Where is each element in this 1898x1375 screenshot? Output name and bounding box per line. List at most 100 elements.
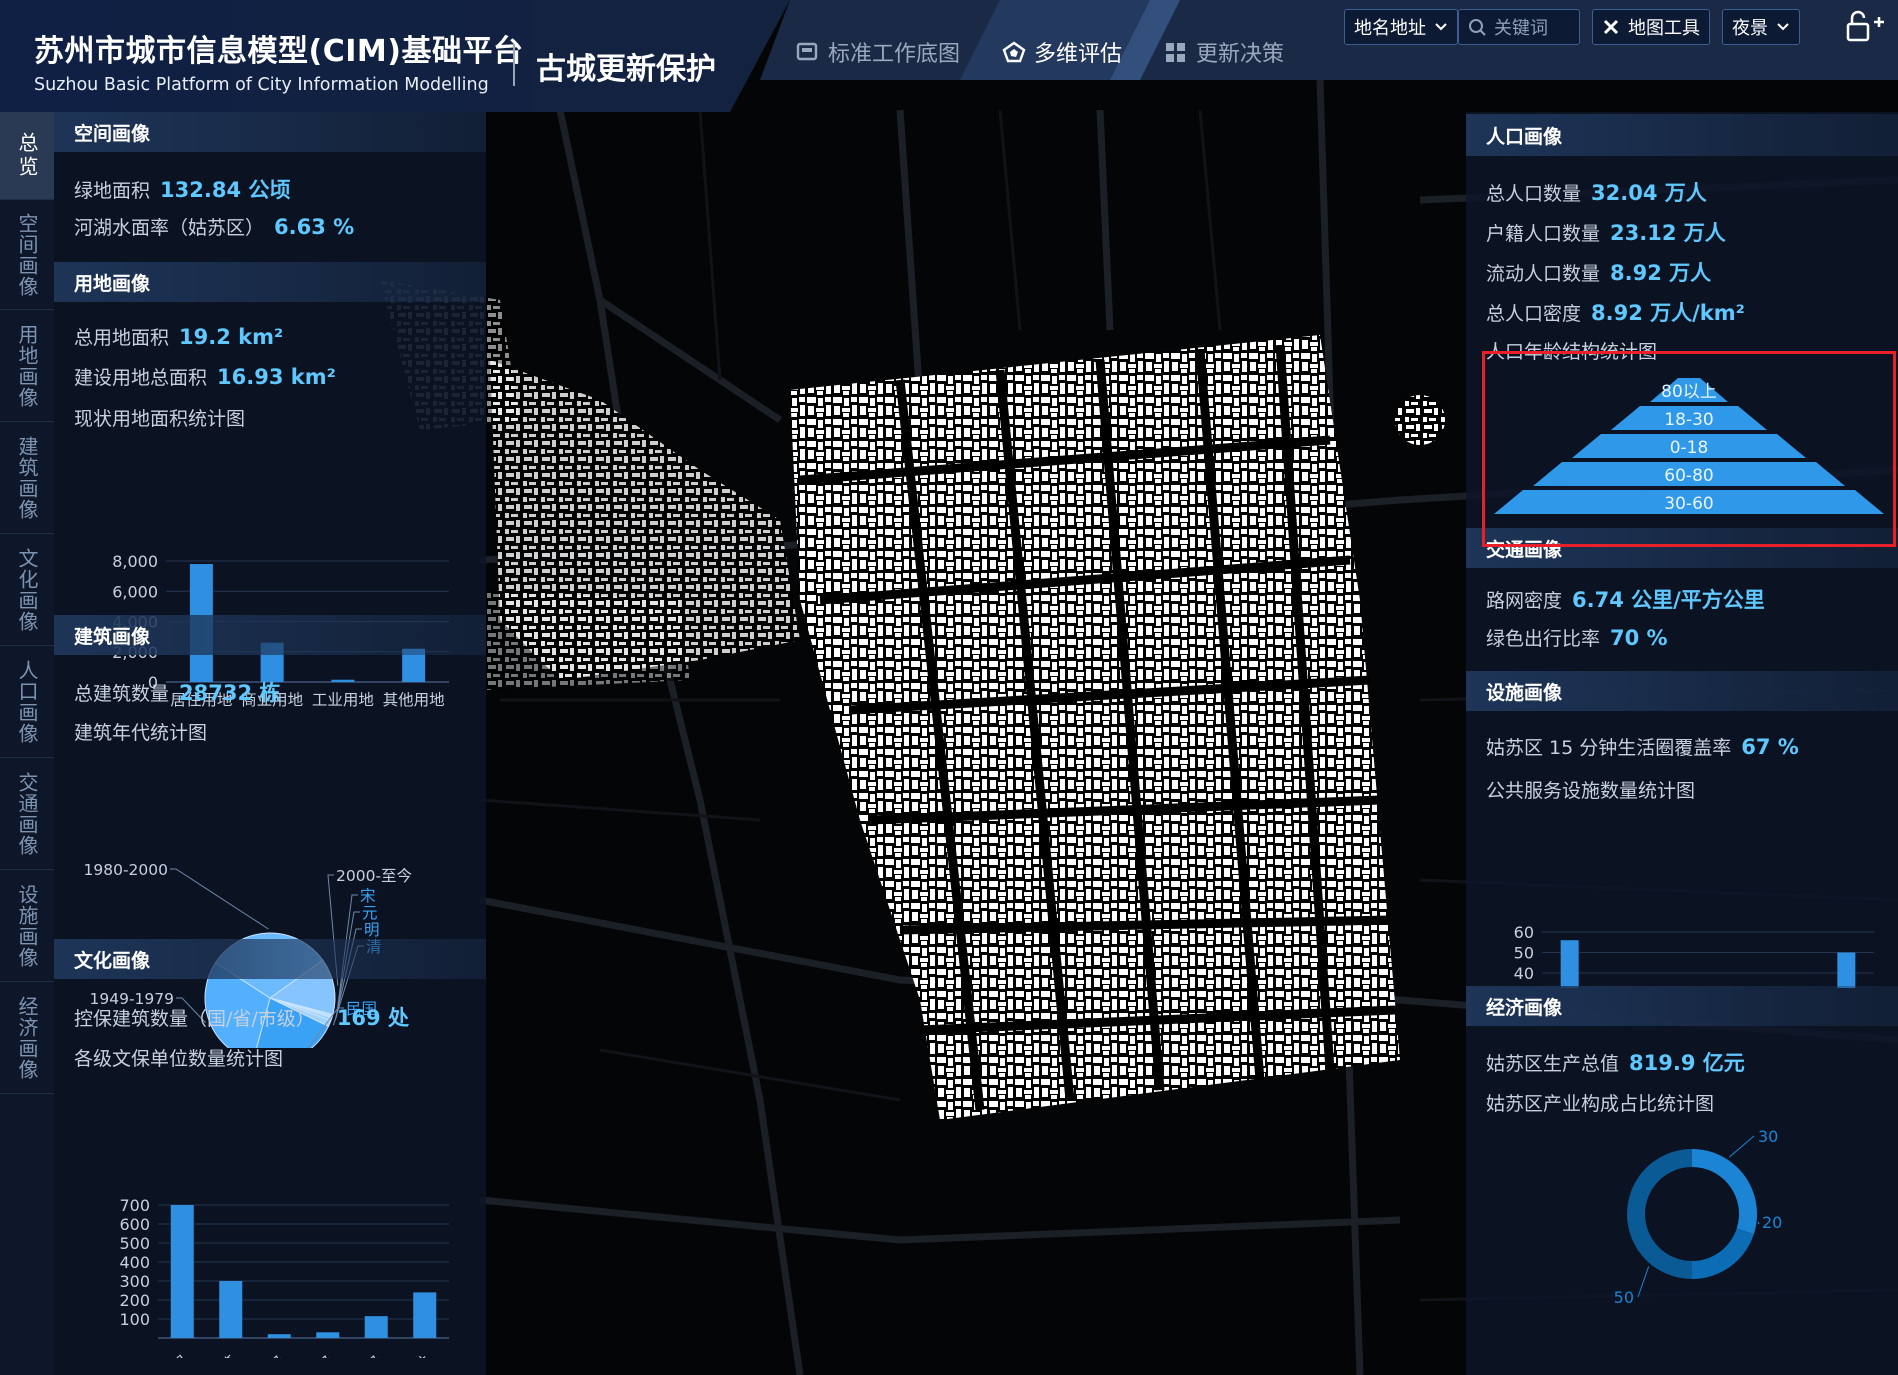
section-heading-culture: 文化画像 xyxy=(54,939,486,979)
left-panel: 空间画像 绿地面积 132.84 公顷 河湖水面率（姑苏区） 6.63 % 用地画像… xyxy=(54,112,486,1375)
y-tick-label: 400 xyxy=(119,1253,150,1272)
stat-label: 总人口数量 xyxy=(1486,183,1582,205)
stat-value: 8.92 万人 xyxy=(1610,261,1712,285)
donut-slice xyxy=(1692,1228,1754,1279)
bar xyxy=(267,1334,291,1338)
stat-label: 姑苏区生产总值 xyxy=(1486,1053,1620,1075)
stat-label: 户籍人口数量 xyxy=(1486,223,1601,245)
tab-multi-eval[interactable]: 多维评估 xyxy=(1002,26,1122,78)
stat-value: 70 % xyxy=(1610,626,1668,650)
place-type-select[interactable]: 地名地址 xyxy=(1344,9,1458,45)
scene-label: 夜景 xyxy=(1732,18,1768,39)
map-tools-button[interactable]: 地图工具 xyxy=(1592,9,1710,45)
sidenav-item-facility[interactable]: 设施画像 xyxy=(0,870,54,982)
keyword-search-input[interactable]: 关键词 xyxy=(1458,9,1580,45)
y-tick-label: 200 xyxy=(119,1291,150,1310)
stat-total-land: 总用地面积 19.2 km² xyxy=(74,323,283,350)
stat-value: 16.93 km² xyxy=(217,365,336,389)
stat-value: 819.9 亿元 xyxy=(1629,1051,1745,1075)
lock-icon[interactable] xyxy=(1844,10,1888,44)
section-heading-traffic: 交通画像 xyxy=(1466,528,1898,568)
sidenav-label: 设施画像 xyxy=(15,883,39,968)
module-title: 古城更新保护 xyxy=(536,52,716,87)
sidenav-label: 人口画像 xyxy=(15,659,39,744)
stat-value: 132.84 公顷 xyxy=(160,178,291,202)
pie-label: 宋 xyxy=(360,887,376,905)
stat-label: 流动人口数量 xyxy=(1486,263,1601,285)
sidenav-item-space[interactable]: 空间画像 xyxy=(0,200,54,310)
title-divider xyxy=(513,44,515,86)
tools-icon xyxy=(1603,19,1619,35)
search-icon xyxy=(1469,19,1486,36)
top-header: 苏州市城市信息模型(CIM)基础平台 Suzhou Basic Platform… xyxy=(0,0,1898,112)
y-tick-label: 300 xyxy=(119,1272,150,1291)
section-heading-population: 人口画像 xyxy=(1466,114,1898,156)
donut-label: 50 xyxy=(1614,1288,1634,1307)
sidenav-item-economy[interactable]: 经济画像 xyxy=(0,982,54,1094)
pyramid-label: 60-80 xyxy=(1664,466,1713,486)
stat-built-land: 建设用地总面积 16.93 km² xyxy=(74,363,336,390)
stat-label: 路网密度 xyxy=(1486,590,1563,612)
sidenav-label: 空间画像 xyxy=(15,212,39,297)
x-tick-label: 国家级 xyxy=(242,1352,289,1358)
pyramid-label: 18-30 xyxy=(1664,410,1713,430)
chevron-down-icon xyxy=(1435,23,1447,31)
pyramid-label: 30-60 xyxy=(1664,494,1713,514)
stat-value: 6.74 公里/平方公里 xyxy=(1572,588,1765,612)
platform-title-en: Suzhou Basic Platform of City Informatio… xyxy=(34,75,489,95)
chart-title-building: 建筑年代统计图 xyxy=(74,722,208,744)
sidenav-item-population[interactable]: 人口画像 xyxy=(0,646,54,758)
sidenav-item-building[interactable]: 建筑画像 xyxy=(0,422,54,534)
stat-label: 控保建筑数量（国/省/市级） xyxy=(74,1008,315,1030)
stat-label: 总建筑数量 xyxy=(74,683,170,705)
radar-icon xyxy=(1002,41,1026,63)
bar xyxy=(219,1281,243,1338)
stat-label: 总人口密度 xyxy=(1486,303,1582,325)
stat-green-travel: 绿色出行比率 70 % xyxy=(1486,624,1668,651)
map-tools-label: 地图工具 xyxy=(1628,18,1700,39)
donut-leader-line xyxy=(1637,1266,1650,1298)
tab-base-map[interactable]: 标准工作底图 xyxy=(796,26,960,78)
stat-life-circle-coverage: 姑苏区 15 分钟生活圈覆盖率 67 % xyxy=(1486,733,1799,760)
donut-label: 30 xyxy=(1758,1127,1778,1146)
age-pyramid-chart: 80以上 18-30 0-18 60-80 30-60 xyxy=(1494,378,1884,514)
bar xyxy=(364,1316,388,1338)
chart-title-population: 人口年龄结构统计图 xyxy=(1486,341,1658,363)
search-placeholder: 关键词 xyxy=(1494,18,1548,39)
pie-label: 明 xyxy=(364,921,380,939)
pie-label: 2000-至今 xyxy=(336,867,412,885)
sidenav-item-culture[interactable]: 文化画像 xyxy=(0,534,54,646)
stat-floating-population: 流动人口数量 8.92 万人 xyxy=(1486,257,1711,287)
sidenav-item-land[interactable]: 用地画像 xyxy=(0,310,54,422)
tab-label: 多维评估 xyxy=(1034,42,1123,67)
scene-select[interactable]: 夜景 xyxy=(1722,9,1800,45)
bar xyxy=(1837,952,1856,988)
platform-title: 苏州市城市信息模型(CIM)基础平台 Suzhou Basic Platform… xyxy=(34,26,523,95)
pie-label: 元 xyxy=(362,904,378,922)
stat-label: 绿色出行比率 xyxy=(1486,628,1601,650)
section-heading-economy: 经济画像 xyxy=(1466,986,1898,1026)
stat-value: 19.2 km² xyxy=(179,325,284,349)
sidenav-item-overview[interactable]: 总览 xyxy=(0,112,54,200)
y-tick-label: 6,000 xyxy=(112,582,158,601)
heritage-bar-chart: 700600500400300200100 传统民居历史建筑国家级 省级 市级控制性 xyxy=(119,1196,449,1358)
sidenav-label: 建筑画像 xyxy=(15,435,39,520)
map-layer-icon xyxy=(796,42,818,61)
pyramid-label: 80以上 xyxy=(1661,382,1717,402)
industry-donut-chart: 30 20 50 xyxy=(1614,1127,1783,1307)
sidenav-label: 总览 xyxy=(15,131,39,180)
stat-value: 23.12 万人 xyxy=(1610,221,1726,245)
y-tick-label: 40 xyxy=(1514,964,1534,983)
sidenav-label: 用地画像 xyxy=(15,323,39,408)
tab-label: 更新决策 xyxy=(1196,42,1285,67)
stat-value: 8.92 万人/km² xyxy=(1591,301,1745,325)
y-tick-label: 60 xyxy=(1514,923,1534,942)
donut-slice xyxy=(1627,1149,1692,1279)
tab-update-decision[interactable]: 更新决策 xyxy=(1164,26,1284,78)
app-root: 苏州市城市信息模型(CIM)基础平台 Suzhou Basic Platform… xyxy=(0,0,1898,1375)
section-heading-space: 空间画像 xyxy=(54,112,486,152)
sidenav-item-traffic[interactable]: 交通画像 xyxy=(0,758,54,870)
stat-value: 28732 栋 xyxy=(179,681,281,705)
donut-slice xyxy=(1692,1149,1757,1235)
y-tick-label: 600 xyxy=(119,1215,150,1234)
